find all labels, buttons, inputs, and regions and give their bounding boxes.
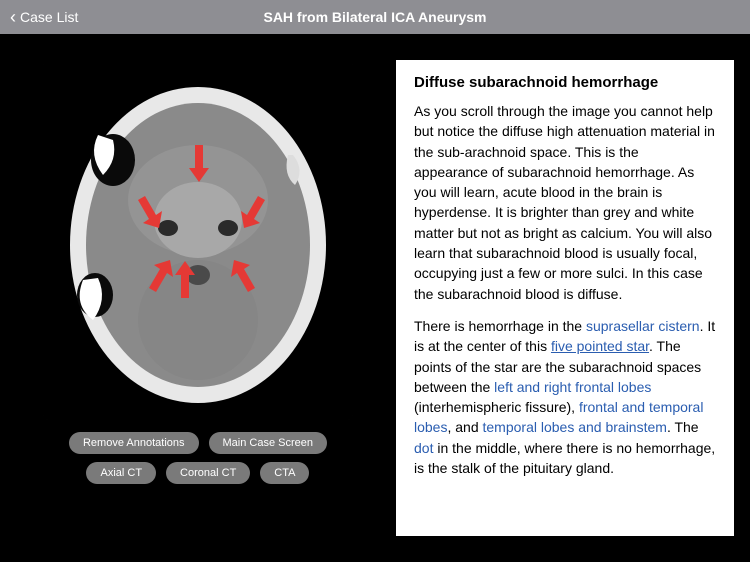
axial-ct-button[interactable]: Axial CT [86, 462, 156, 484]
main-case-screen-button[interactable]: Main Case Screen [209, 432, 328, 454]
text-span: , and [447, 419, 482, 435]
article-paragraph-1: As you scroll through the image you cann… [414, 101, 716, 304]
article-card[interactable]: Diffuse subarachnoid hemorrhage As you s… [396, 60, 734, 536]
button-group: Remove Annotations Main Case Screen Axia… [69, 432, 327, 484]
remove-annotations-button[interactable]: Remove Annotations [69, 432, 199, 454]
ct-scan-svg [43, 60, 353, 420]
text-panel: Diffuse subarachnoid hemorrhage As you s… [396, 34, 750, 562]
article-title: Diffuse subarachnoid hemorrhage [414, 74, 716, 91]
article-paragraph-2: There is hemorrhage in the suprasellar c… [414, 316, 716, 478]
text-span: There is hemorrhage in the [414, 318, 586, 334]
frontal-lobes-link[interactable]: left and right frontal lobes [494, 379, 651, 395]
back-button[interactable]: ‹ Case List [0, 8, 88, 26]
temporal-brainstem-link[interactable]: temporal lobes and brainstem [483, 419, 667, 435]
ct-scan-image[interactable] [43, 60, 353, 420]
text-span: in the middle, where there is no hemorrh… [414, 440, 715, 476]
text-span: . The [667, 419, 699, 435]
button-row-2: Axial CT Coronal CT CTA [86, 462, 309, 484]
back-label: Case List [20, 9, 78, 25]
image-panel: Remove Annotations Main Case Screen Axia… [0, 34, 396, 562]
button-row-1: Remove Annotations Main Case Screen [69, 432, 327, 454]
page-title: SAH from Bilateral ICA Aneurysm [0, 9, 750, 25]
cta-button[interactable]: CTA [260, 462, 309, 484]
chevron-left-icon: ‹ [10, 8, 16, 26]
navbar: ‹ Case List SAH from Bilateral ICA Aneur… [0, 0, 750, 34]
content-area: Remove Annotations Main Case Screen Axia… [0, 34, 750, 562]
dot-link[interactable]: dot [414, 440, 433, 456]
coronal-ct-button[interactable]: Coronal CT [166, 462, 250, 484]
five-pointed-star-link[interactable]: five pointed star [551, 338, 649, 354]
suprasellar-cistern-link[interactable]: suprasellar cistern [586, 318, 700, 334]
text-span: (interhemispheric fissure), [414, 399, 579, 415]
